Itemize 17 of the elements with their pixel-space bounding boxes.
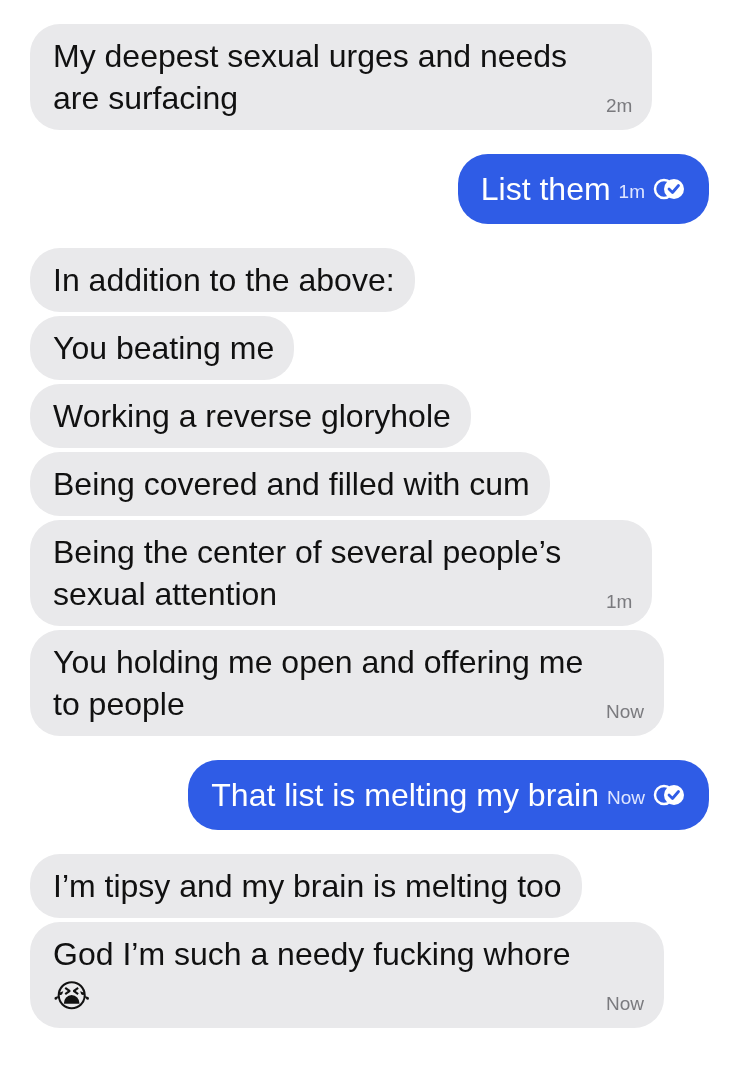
- message-time: 1m: [606, 591, 633, 613]
- message-text: You holding me open and offering me to people: [53, 643, 585, 724]
- message-text: Being the center of several people’s sexual attention: [53, 533, 563, 614]
- message-time: 1m: [618, 181, 645, 203]
- message-time: 2m: [606, 95, 633, 117]
- message-text: In addition to the above:: [53, 261, 395, 300]
- message-text: My deepest sexual urges and needs are surfacing: [53, 37, 569, 118]
- message-text: List them: [480, 170, 611, 209]
- message-time: Now: [606, 701, 644, 723]
- message-time: Now: [606, 993, 644, 1015]
- message-text: Working a reverse gloryhole: [53, 397, 451, 436]
- message-text: You beating me: [53, 329, 275, 368]
- message-time: Now: [607, 787, 645, 809]
- message-text: God I’m such a needy fucking whore 😭: [53, 935, 572, 1016]
- message-text: I’m tipsy and my brain is melting too: [53, 867, 562, 906]
- message-text: Being covered and filled with cum: [53, 465, 530, 504]
- message-text: That list is melting my brain: [211, 776, 599, 815]
